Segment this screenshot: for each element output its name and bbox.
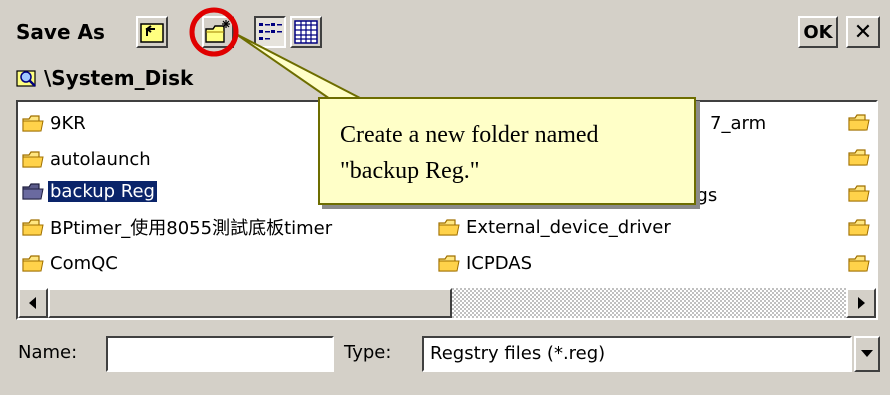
- callout-pointer: [235, 33, 363, 100]
- annotation-callout: Create a new folder named "backup Reg.": [318, 97, 696, 205]
- callout-line-1: Create a new folder named: [340, 122, 599, 148]
- highlight-ring: [189, 7, 239, 57]
- callout-line-2: "backup Reg.": [340, 158, 480, 184]
